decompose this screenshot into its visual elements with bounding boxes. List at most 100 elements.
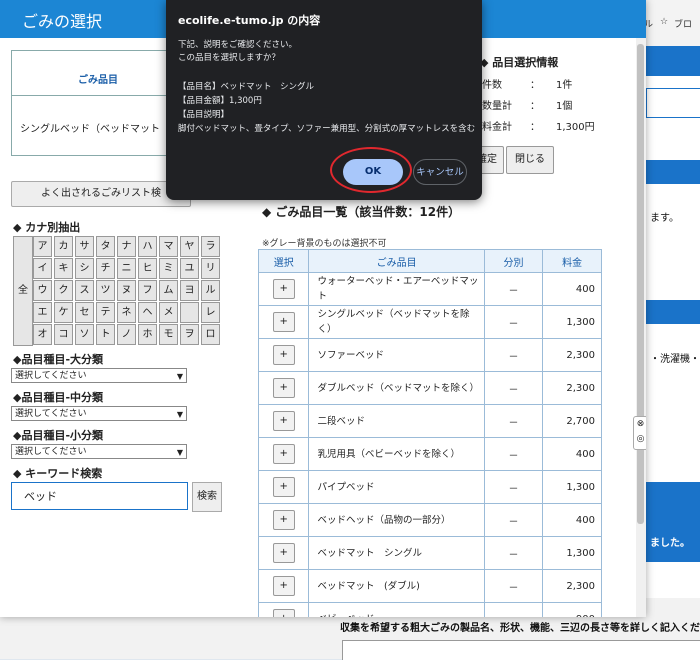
kana-button[interactable]: ラ bbox=[201, 236, 220, 257]
kana-button[interactable]: セ bbox=[75, 302, 94, 323]
add-item-button[interactable]: + bbox=[272, 444, 295, 464]
select-cell: + bbox=[257, 404, 310, 438]
scrollbar-thumb[interactable] bbox=[637, 44, 644, 524]
kana-button[interactable]: チ bbox=[96, 258, 115, 279]
kana-button[interactable]: マ bbox=[159, 236, 178, 257]
background-textarea[interactable] bbox=[342, 640, 700, 660]
background-input[interactable] bbox=[646, 88, 700, 118]
kana-button[interactable]: ム bbox=[159, 280, 178, 301]
item-name-cell: シングルベッド（ベッドマットを除く） bbox=[308, 305, 485, 339]
kana-button[interactable]: イ bbox=[33, 258, 52, 279]
kana-button[interactable]: ヘ bbox=[138, 302, 157, 323]
item-name-cell: 乳児用具（ベビーベッドを除く） bbox=[308, 437, 485, 471]
add-item-button[interactable]: + bbox=[272, 510, 295, 530]
add-item-button[interactable]: + bbox=[272, 543, 295, 563]
kana-button[interactable]: サ bbox=[75, 236, 94, 257]
folder-icon[interactable]: ☆ bbox=[660, 17, 668, 27]
kana-button[interactable]: ス bbox=[75, 280, 94, 301]
frequent-items-button[interactable]: よく出されるごみリスト検 bbox=[11, 181, 191, 207]
column-header-item: ごみ品目 bbox=[308, 249, 485, 273]
kana-button[interactable]: ソ bbox=[75, 324, 94, 345]
kana-button[interactable]: ル bbox=[201, 280, 220, 301]
kana-button[interactable]: ミ bbox=[159, 258, 178, 279]
add-item-button[interactable]: + bbox=[272, 279, 295, 299]
kana-button[interactable]: フ bbox=[138, 280, 157, 301]
item-fee-cell: 2,300 bbox=[542, 569, 602, 603]
kana-button[interactable]: モ bbox=[159, 324, 178, 345]
kana-button[interactable]: エ bbox=[33, 302, 52, 323]
chevron-down-icon: ▼ bbox=[176, 410, 183, 419]
kana-button[interactable]: ヌ bbox=[117, 280, 136, 301]
kana-button[interactable]: ナ bbox=[117, 236, 136, 257]
selected-item-name: シングルベッド（ベッドマット bbox=[20, 124, 160, 135]
item-name-cell: ウォーターベッド・エアーベッドマット bbox=[308, 272, 485, 306]
kana-button[interactable]: キ bbox=[54, 258, 73, 279]
add-item-button[interactable]: + bbox=[272, 477, 295, 497]
kana-button[interactable]: ヤ bbox=[180, 236, 199, 257]
add-item-button[interactable]: + bbox=[272, 576, 295, 596]
item-name-cell: ベッドマット (ダブル) bbox=[308, 569, 485, 603]
add-item-button[interactable]: + bbox=[272, 345, 295, 365]
search-button[interactable]: 検索 bbox=[192, 482, 222, 512]
table-row: + 乳児用具（ベビーベッドを除く）－ 400 bbox=[257, 437, 602, 471]
select-cell: + bbox=[257, 602, 310, 617]
keyword-input[interactable]: ベッド bbox=[11, 482, 188, 510]
info-quantity-value: 1個 bbox=[556, 101, 573, 112]
kana-button[interactable]: タ bbox=[96, 236, 115, 257]
category-mid-label: ◆品目種目-中分類 bbox=[13, 391, 104, 404]
kana-button[interactable]: ハ bbox=[138, 236, 157, 257]
kana-button[interactable]: ネ bbox=[117, 302, 136, 323]
category-mid-select[interactable]: 選択してください ▼ bbox=[11, 406, 187, 421]
kana-button[interactable]: ウ bbox=[33, 280, 52, 301]
item-division-cell: － bbox=[483, 536, 544, 570]
dialog-message-line: 【品目金額】1,300円 bbox=[178, 96, 262, 106]
kana-button[interactable]: メ bbox=[159, 302, 178, 323]
kana-button[interactable]: ツ bbox=[96, 280, 115, 301]
kana-button[interactable]: リ bbox=[201, 258, 220, 279]
kana-button[interactable]: ロ bbox=[201, 324, 220, 345]
close-icon[interactable]: ⊗ bbox=[634, 417, 646, 432]
item-division-cell: － bbox=[483, 437, 544, 471]
category-small-select[interactable]: 選択してください ▼ bbox=[11, 444, 187, 459]
kana-button[interactable]: レ bbox=[201, 302, 220, 323]
add-item-button[interactable]: + bbox=[272, 411, 295, 431]
kana-button[interactable]: ト bbox=[96, 324, 115, 345]
kana-button[interactable]: ヲ bbox=[180, 324, 199, 345]
dialog-message-line: 脚付ベッドマット、畳タイプ、ソファー兼用型、分割式の厚マットレスを含む bbox=[178, 124, 476, 134]
kana-button[interactable]: ニ bbox=[117, 258, 136, 279]
background-section-bar bbox=[646, 300, 700, 324]
kana-button[interactable]: テ bbox=[96, 302, 115, 323]
kana-button[interactable]: ク bbox=[54, 280, 73, 301]
add-item-button[interactable]: + bbox=[272, 378, 295, 398]
select-value: 選択してください bbox=[15, 371, 87, 381]
cancel-button[interactable]: キャンセル bbox=[413, 159, 467, 185]
info-quantity-label: 数量計 bbox=[482, 101, 512, 112]
select-value: 選択してください bbox=[15, 409, 87, 419]
kana-button[interactable]: ア bbox=[33, 236, 52, 257]
add-item-button[interactable]: + bbox=[272, 312, 295, 332]
kana-button[interactable]: ケ bbox=[54, 302, 73, 323]
kana-button[interactable]: ヨ bbox=[180, 280, 199, 301]
select-cell: + bbox=[257, 305, 310, 339]
settings-icon[interactable]: ◎ bbox=[634, 432, 646, 447]
bookmark-label[interactable]: ブロ bbox=[674, 17, 692, 30]
kana-button[interactable]: カ bbox=[54, 236, 73, 257]
kana-button[interactable]: オ bbox=[33, 324, 52, 345]
info-fee-label: 料金計 bbox=[482, 122, 512, 133]
kana-button[interactable]: ユ bbox=[180, 258, 199, 279]
close-button[interactable]: 閉じる bbox=[506, 146, 554, 174]
column-header-fee: 料金 bbox=[542, 249, 602, 273]
item-fee-cell: 1,300 bbox=[542, 536, 602, 570]
select-cell: + bbox=[257, 437, 310, 471]
add-item-button[interactable]: + bbox=[272, 609, 295, 617]
kana-button[interactable]: ヒ bbox=[138, 258, 157, 279]
kana-button[interactable]: コ bbox=[54, 324, 73, 345]
kana-button[interactable]: ノ bbox=[117, 324, 136, 345]
background-section-bar bbox=[646, 482, 700, 562]
kana-button[interactable]: ホ bbox=[138, 324, 157, 345]
category-large-select[interactable]: 選択してください ▼ bbox=[11, 368, 187, 383]
kana-all-button[interactable]: 全 bbox=[13, 236, 33, 346]
dialog-title: ecolife.e-tumo.jp の内容 bbox=[178, 14, 321, 27]
kana-button[interactable]: シ bbox=[75, 258, 94, 279]
table-row: + ダブルベッド（ベッドマットを除く）－ 2,300 bbox=[257, 371, 602, 405]
